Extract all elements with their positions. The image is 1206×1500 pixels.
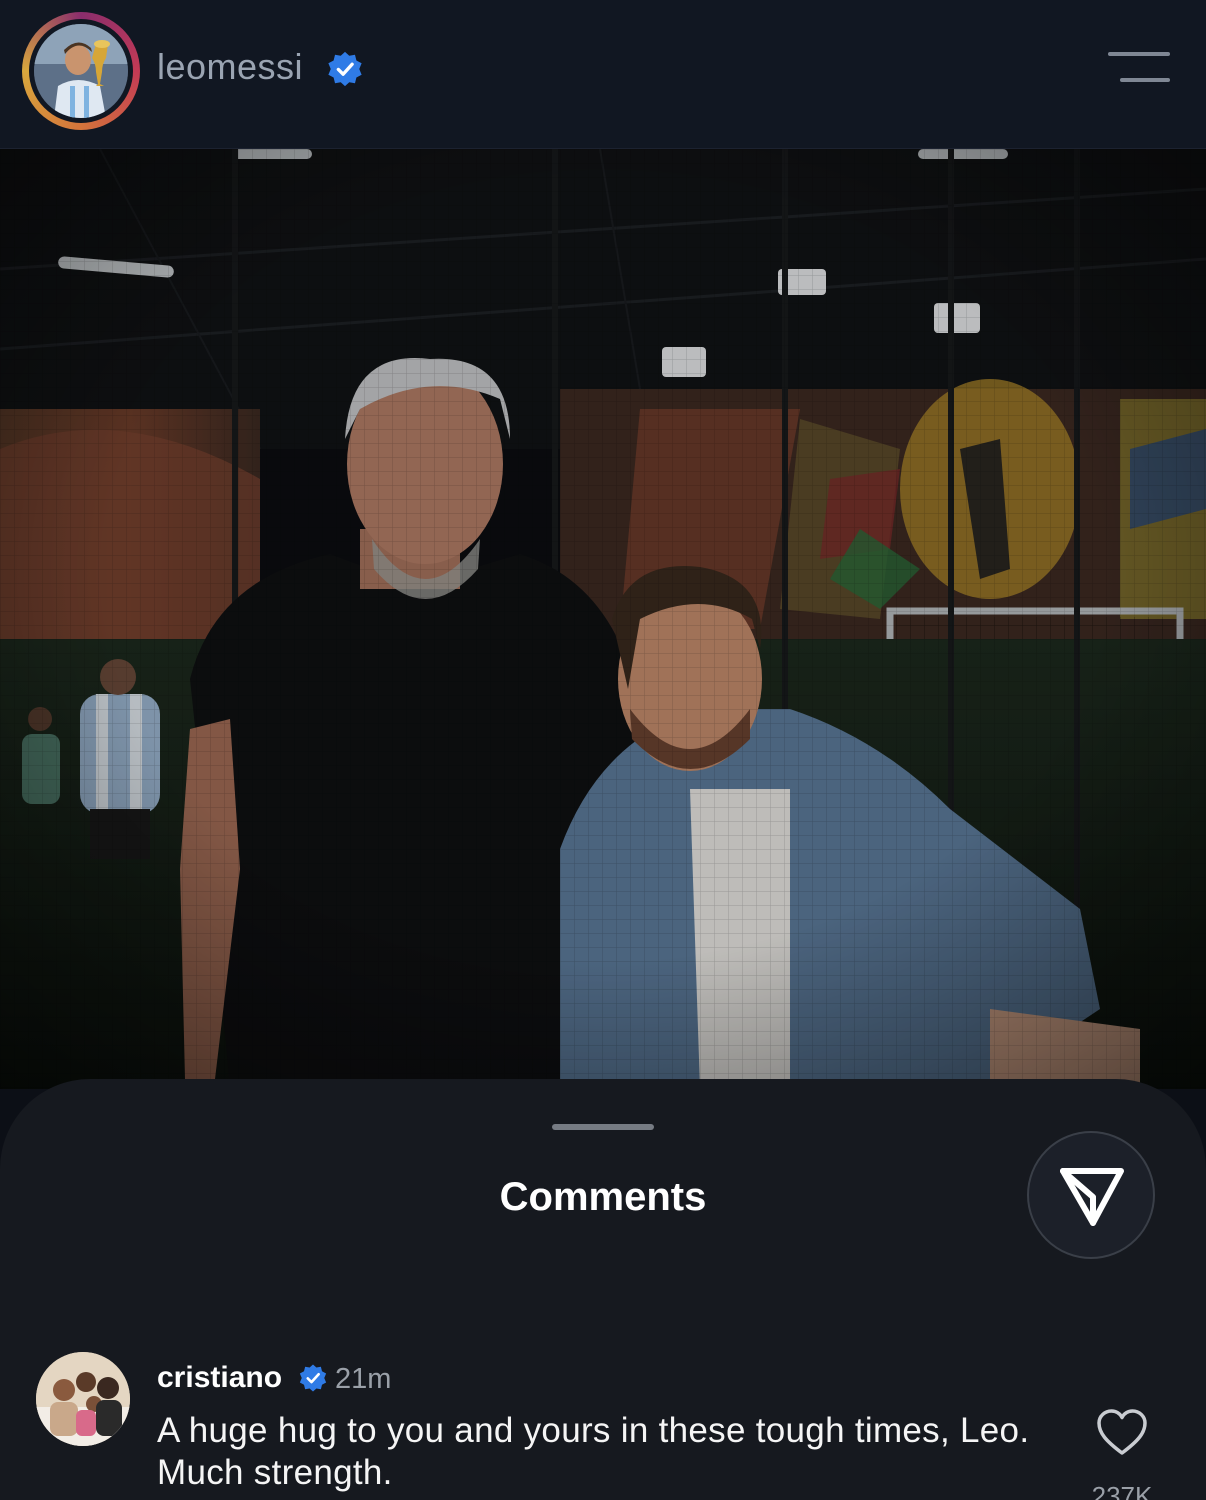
menu-icon[interactable]: [1108, 52, 1170, 86]
verified-badge-icon: [328, 51, 362, 87]
verified-badge-icon: [299, 1364, 327, 1392]
heart-icon[interactable]: [1096, 1409, 1148, 1457]
comment-text: A huge hug to you and yours in these tou…: [157, 1411, 1030, 1492]
comments-sheet: Comments cristiano 21m A huge hug to you…: [0, 1079, 1206, 1500]
post-photo[interactable]: [0, 149, 1206, 1089]
sheet-grabber[interactable]: [552, 1124, 654, 1130]
like-count: 237K: [1091, 1481, 1153, 1500]
profile-photo-icon: [36, 1352, 130, 1446]
comment-timestamp: 21m: [335, 1363, 392, 1395]
avatar[interactable]: [34, 24, 128, 118]
app-frame: leomessi Comments cristiano 21m A huge h…: [0, 0, 1206, 1500]
profile-username[interactable]: leomessi: [157, 46, 303, 88]
avatar[interactable]: [36, 1352, 130, 1446]
comment-username[interactable]: cristiano: [157, 1361, 282, 1395]
profile-header: leomessi: [0, 0, 1206, 149]
profile-photo-icon: [34, 24, 128, 118]
share-button[interactable]: [1027, 1131, 1155, 1259]
post-photo-icon: [0, 149, 1206, 1089]
send-icon: [1060, 1168, 1124, 1226]
sheet-title: Comments: [499, 1175, 707, 1219]
story-ring[interactable]: [22, 12, 140, 130]
